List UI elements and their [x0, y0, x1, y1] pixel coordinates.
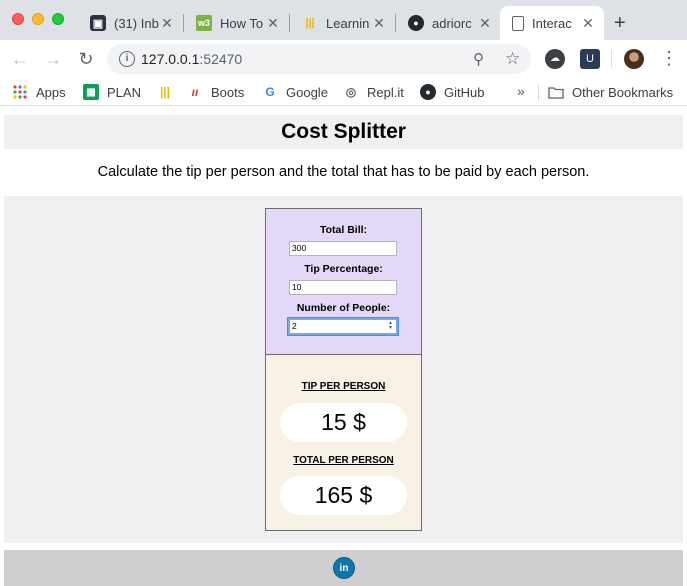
tab-inbox[interactable]: ▣ (31) Inb ✕	[78, 6, 183, 40]
bookmark-boots[interactable]: ιι Boots	[187, 83, 245, 101]
total-bill-label: Total Bill:	[319, 224, 368, 236]
tab-howto[interactable]: w3 How To ✕	[184, 6, 289, 40]
close-tab-icon[interactable]: ✕	[580, 15, 596, 32]
input-panel: Total Bill: 300 Tip Percentage: 10 Numbe…	[266, 209, 421, 355]
chrome-menu-icon[interactable]: ⋮	[660, 48, 678, 68]
close-tab-icon[interactable]: ✕	[477, 15, 493, 32]
bookmark-plan[interactable]: ▦ PLAN	[83, 83, 141, 101]
cloud-extension-icon[interactable]: ☁	[545, 49, 565, 69]
w3-icon: w3	[196, 15, 212, 31]
github-icon: ●	[408, 15, 424, 31]
toolbar-divider	[611, 50, 612, 68]
number-of-people-label: Number of People:	[296, 302, 391, 314]
total-per-person-label: TOTAL PER PERSON	[293, 455, 394, 466]
tab-title: (31) Inb	[114, 15, 159, 31]
other-bookmarks-folder[interactable]: Other Bookmarks	[548, 83, 673, 101]
page-content: Cost Splitter Calculate the tip per pers…	[0, 107, 687, 586]
number-stepper-icon[interactable]: ▲ ▼	[387, 321, 394, 332]
bookmark-label: Apps	[36, 84, 66, 100]
bookmark-label: Boots	[211, 84, 245, 100]
bookmark-google[interactable]: G Google	[262, 83, 328, 101]
tab-title: adriorc	[432, 15, 472, 31]
forward-button[interactable]: →	[42, 48, 64, 70]
udemy-extension-icon[interactable]: U	[580, 49, 600, 69]
bookmark-star-icon[interactable]: ☆	[505, 49, 520, 69]
page-title: Cost Splitter	[281, 120, 406, 143]
bars-icon: |||	[159, 85, 171, 99]
linkedin-icon[interactable]: in	[333, 557, 355, 579]
info-icon[interactable]: i	[119, 51, 135, 67]
maximize-window-button[interactable]	[52, 13, 64, 25]
google-icon: G	[265, 85, 275, 99]
bars-icon: |||	[305, 17, 315, 29]
url-text[interactable]: 127.0.0.1:52470	[141, 51, 242, 67]
apps-grid-icon	[12, 84, 28, 100]
tab-learning[interactable]: ||| Learnin ✕	[290, 6, 395, 40]
document-icon	[512, 15, 524, 31]
bookmark-replit[interactable]: ◎ Repl.it	[343, 83, 404, 101]
tip-percentage-label: Tip Percentage:	[304, 263, 383, 275]
zoom-icon[interactable]: ⚲	[473, 50, 484, 68]
calculator-card: Total Bill: 300 Tip Percentage: 10 Numbe…	[265, 208, 422, 531]
address-bar[interactable]: i 127.0.0.1:52470 ⚲ ☆	[107, 44, 531, 74]
bookmark-github[interactable]: ● GitHub	[420, 83, 484, 101]
replit-icon: ◎	[345, 85, 357, 99]
close-window-button[interactable]	[12, 13, 24, 25]
bookmarks-bar: Apps ▦ PLAN ||| ιι Boots G Google ◎ Repl…	[0, 78, 687, 106]
bookmark-label: GitHub	[444, 84, 485, 100]
tip-percentage-input[interactable]: 10	[289, 280, 397, 295]
tab-github[interactable]: ● adriorc ✕	[396, 6, 501, 40]
bookmark-label: Other Bookmarks	[572, 84, 674, 100]
total-bill-input[interactable]: 300	[289, 241, 397, 256]
total-per-person-value: 165 $	[280, 476, 407, 515]
tab-title: How To	[220, 15, 264, 31]
tab-title: Learnin	[326, 15, 370, 31]
close-tab-icon[interactable]: ✕	[371, 15, 387, 32]
inbox-icon: ▣	[90, 15, 106, 31]
reload-button[interactable]: ↻	[75, 48, 97, 70]
header-bar: Cost Splitter	[4, 115, 683, 149]
bookmarks-divider	[538, 85, 539, 101]
tip-per-person-label: TIP PER PERSON	[301, 381, 386, 392]
close-tab-icon[interactable]: ✕	[265, 15, 281, 32]
bookmark-apps[interactable]: Apps	[12, 83, 66, 101]
more-bookmarks-button[interactable]: »	[517, 83, 525, 99]
boots-icon: ιι	[191, 85, 199, 99]
page-footer: in	[4, 550, 683, 586]
bookmark-label: Repl.it	[367, 84, 404, 100]
page-subtitle: Calculate the tip per person and the tot…	[97, 164, 590, 180]
github-icon: ●	[420, 84, 436, 100]
browser-toolbar: ← → ↻ i 127.0.0.1:52470 ⚲ ☆ ☁ U ⋮	[0, 40, 687, 78]
back-button[interactable]: ←	[9, 48, 31, 70]
bookmark-bars[interactable]: |||	[157, 83, 181, 101]
number-of-people-input[interactable]: 2 ▲ ▼	[287, 317, 399, 336]
tab-interactive[interactable]: Interac ✕	[500, 6, 604, 40]
tab-title: Interac	[532, 15, 572, 31]
main-section: Total Bill: 300 Tip Percentage: 10 Numbe…	[4, 196, 683, 543]
sheets-icon: ▦	[83, 84, 99, 100]
minimize-window-button[interactable]	[32, 13, 44, 25]
bookmark-label: PLAN	[107, 84, 141, 100]
bookmark-label: Google	[286, 84, 328, 100]
profile-avatar[interactable]	[624, 49, 644, 69]
close-tab-icon[interactable]: ✕	[159, 15, 175, 32]
tip-per-person-value: 15 $	[280, 403, 407, 442]
folder-icon	[548, 84, 564, 100]
results-panel: TIP PER PERSON 15 $ TOTAL PER PERSON 165…	[266, 356, 421, 530]
number-of-people-value: 2	[292, 321, 297, 331]
tab-strip: ▣ (31) Inb ✕ w3 How To ✕ ||| Learnin ✕ ●…	[0, 0, 687, 40]
new-tab-button[interactable]: +	[614, 12, 626, 35]
